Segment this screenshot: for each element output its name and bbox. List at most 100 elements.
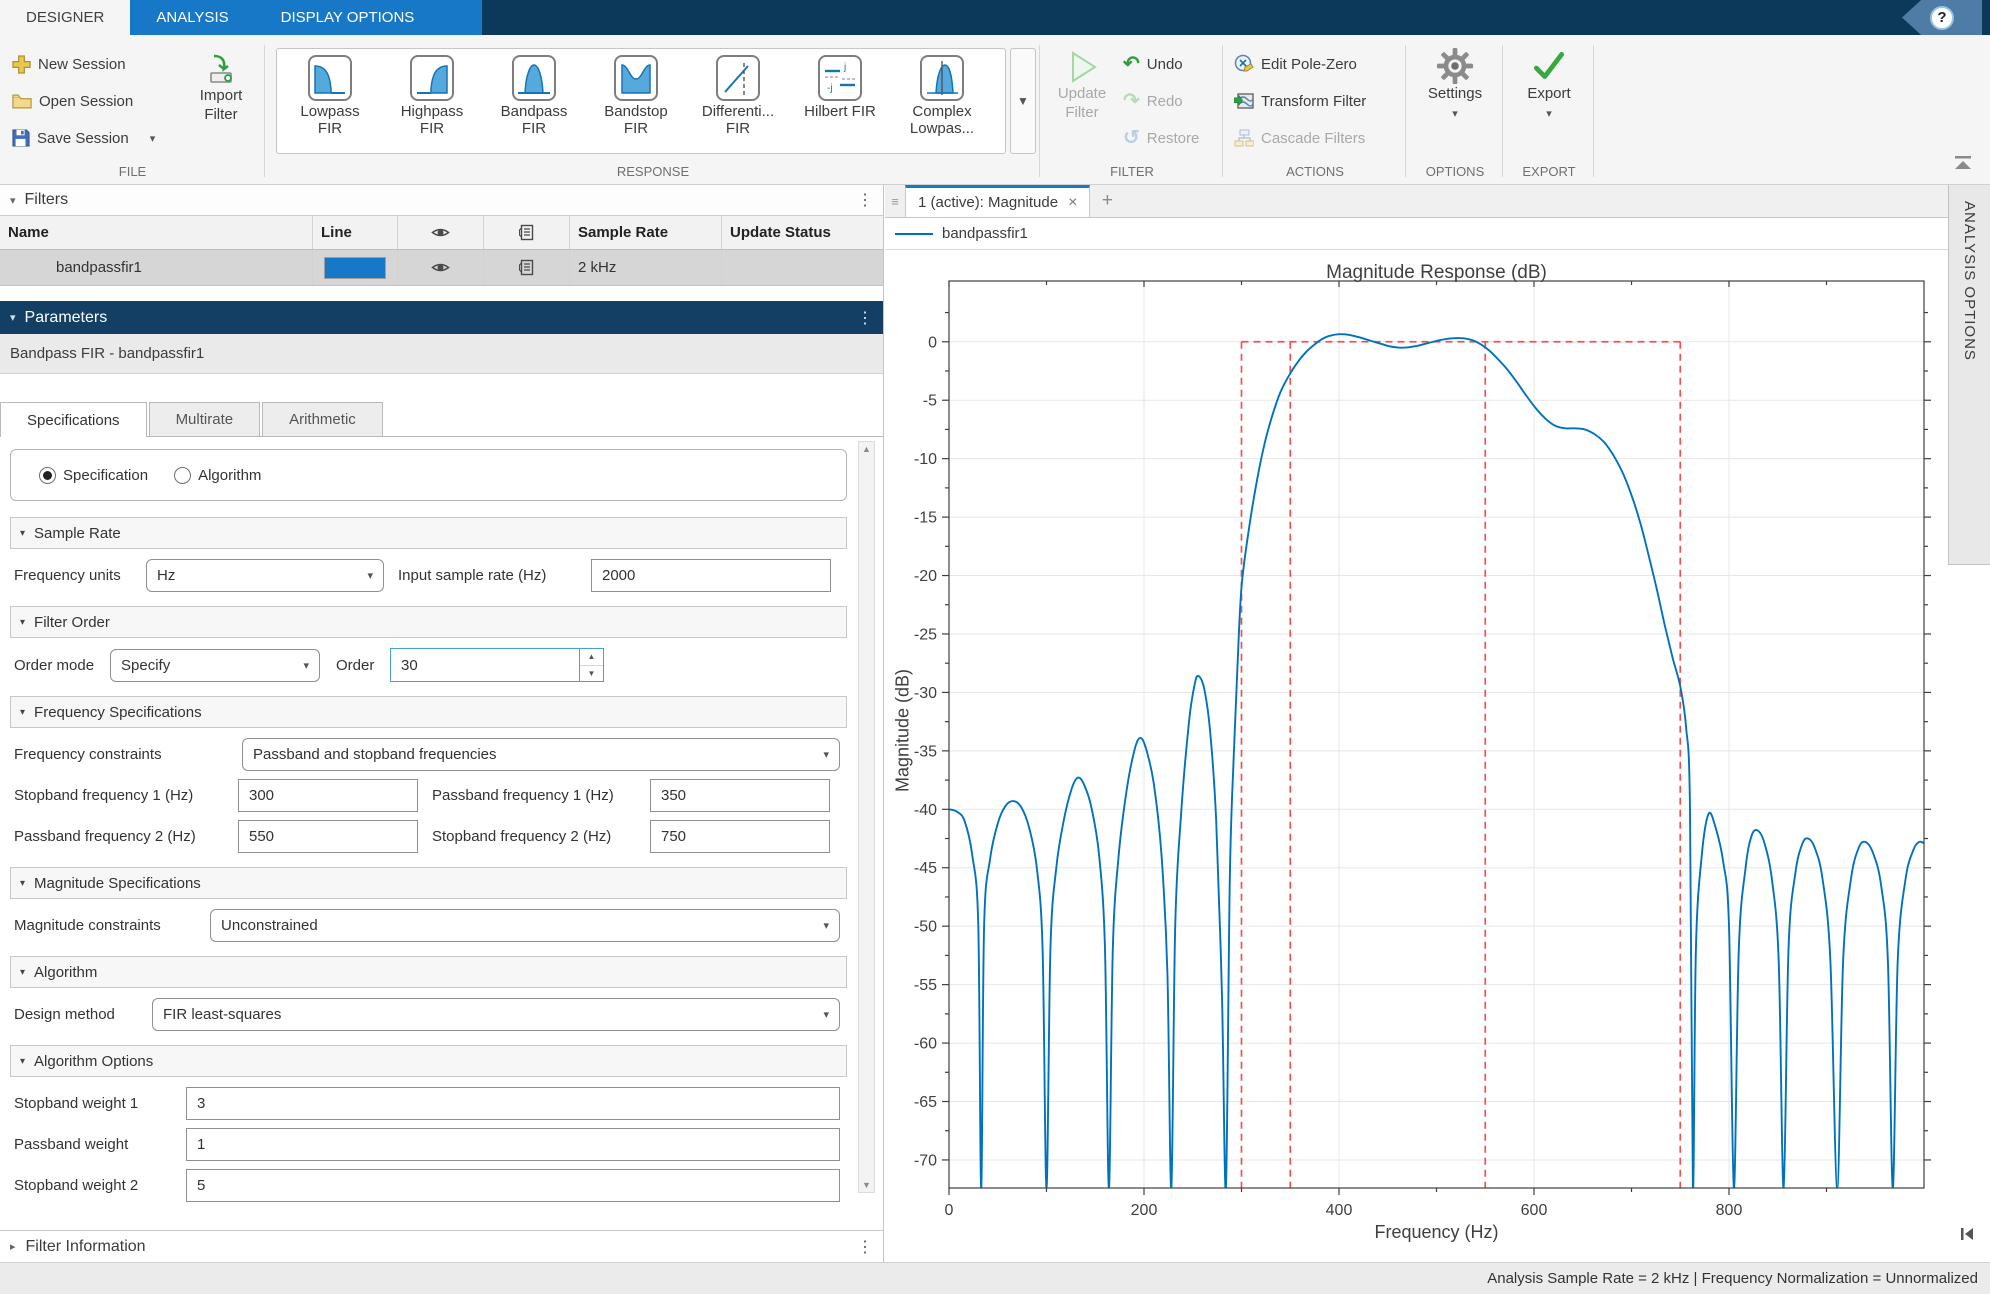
scroll-down-icon[interactable]: ▼ (862, 1180, 871, 1190)
filter-info-cell[interactable] (484, 250, 570, 285)
filter-visibility-cell[interactable] (398, 250, 484, 285)
frequency-constraints-dropdown[interactable]: Passband and stopband frequencies▾ (242, 738, 840, 771)
collapse-plot-panel-button[interactable] (1958, 1225, 1976, 1248)
filter-information-menu-icon[interactable]: ⋮ (857, 1237, 873, 1257)
order-stepper[interactable]: 30 ▲▼ (390, 648, 604, 682)
radio-algorithm[interactable]: Algorithm (174, 467, 261, 484)
tab-specifications[interactable]: Specifications (0, 402, 147, 438)
section-algorithm[interactable]: ▾Algorithm (10, 956, 847, 988)
export-button[interactable]: Export ▾ (1516, 47, 1582, 120)
col-visibility[interactable] (398, 216, 484, 249)
section-magnitude-specifications[interactable]: ▾Magnitude Specifications (10, 867, 847, 899)
analysis-options-tab[interactable]: ANALYSIS OPTIONS (1948, 185, 1990, 565)
new-session-button[interactable]: New Session (12, 49, 155, 79)
parameters-tabbar: Specifications Multirate Arithmetic (0, 402, 883, 437)
response-hilbert-fir[interactable]: j-j Hilbert FIR (789, 55, 891, 153)
svg-text:-40: -40 (914, 802, 937, 819)
save-session-button[interactable]: Save Session ▾ (12, 123, 155, 153)
col-name[interactable]: Name (0, 216, 313, 249)
ribbon-group-filter: UpdateFilter ↶Undo ↷Redo ↺Restore FILTER (1041, 35, 1223, 185)
filter-name: bandpassfir1 (0, 250, 313, 285)
passband-freq2-field[interactable]: 550 (238, 820, 418, 853)
passband-freq1-field[interactable]: 350 (650, 779, 830, 812)
response-complex-lowpass[interactable]: ComplexLowpas... (891, 55, 993, 153)
stopband-freq2-label: Stopband frequency 2 (Hz) (432, 828, 650, 845)
input-sample-rate-field[interactable]: 2000 (591, 559, 831, 592)
collapse-ribbon-button[interactable] (1946, 148, 1980, 178)
tab-multirate[interactable]: Multirate (149, 402, 261, 436)
response-lowpass-fir[interactable]: LowpassFIR (279, 55, 381, 153)
gallery-expand-button[interactable]: ▼ (1010, 48, 1036, 154)
stopband-weight1-field[interactable]: 3 (186, 1087, 840, 1120)
stopband-freq2-field[interactable]: 750 (650, 820, 830, 853)
collapse-left-icon (1958, 1225, 1976, 1243)
svg-text:-15: -15 (914, 510, 937, 527)
filter-table-row[interactable]: bandpassfir1 2 kHz (0, 250, 883, 286)
col-sample-rate[interactable]: Sample Rate (570, 216, 722, 249)
col-line[interactable]: Line (313, 216, 398, 249)
response-bandstop-fir[interactable]: BandstopFIR (585, 55, 687, 153)
magnitude-response-chart: 0-5-10-15-20-25-30-35-40-45-50-55-60-65-… (885, 250, 1990, 1261)
close-tab-icon[interactable]: × (1068, 194, 1077, 212)
open-session-button[interactable]: Open Session (12, 86, 155, 116)
transform-filter-button[interactable]: Transform Filter (1234, 86, 1366, 116)
passband-weight-field[interactable]: 1 (186, 1128, 840, 1161)
stepper-up-icon[interactable]: ▲ (580, 649, 603, 666)
stepper-buttons[interactable]: ▲▼ (579, 649, 603, 681)
svg-text:-10: -10 (914, 451, 937, 468)
svg-text:0: 0 (945, 1202, 954, 1219)
design-method-dropdown[interactable]: FIR least-squares▾ (152, 998, 840, 1031)
left-panel: ▾ Filters ⋮ Name Line Sample Rate Update… (0, 185, 884, 1262)
filter-information-header[interactable]: ▸ Filter Information ⋮ (0, 1230, 883, 1262)
order-mode-dropdown[interactable]: Specify▾ (110, 649, 320, 682)
plot-canvas[interactable]: 0-5-10-15-20-25-30-35-40-45-50-55-60-65-… (885, 250, 1990, 1261)
tab-grip-icon[interactable]: ≡ (885, 185, 905, 217)
radio-specification[interactable]: Specification (39, 467, 148, 484)
save-session-caret-icon[interactable]: ▾ (150, 132, 156, 145)
section-frequency-specifications[interactable]: ▾Frequency Specifications (10, 696, 847, 728)
frequency-units-dropdown[interactable]: Hz▾ (146, 559, 384, 592)
help-button[interactable]: ? (1902, 0, 1982, 35)
scroll-up-icon[interactable]: ▲ (862, 444, 871, 454)
svg-text:-j: -j (827, 83, 833, 94)
stopband-weight2-field[interactable]: 5 (186, 1169, 840, 1202)
filter-line-cell[interactable] (313, 250, 398, 285)
tab-arithmetic[interactable]: Arithmetic (262, 402, 383, 436)
tab-analysis[interactable]: ANALYSIS (130, 0, 254, 35)
undo-button[interactable]: ↶Undo (1123, 49, 1199, 79)
update-filter-button[interactable]: UpdateFilter (1049, 49, 1115, 123)
magnitude-constraints-dropdown[interactable]: Unconstrained▾ (210, 909, 840, 942)
response-differentiator-fir[interactable]: Differenti...FIR (687, 55, 789, 153)
tab-display-options[interactable]: DISPLAY OPTIONS (255, 0, 441, 35)
stopband-freq1-field[interactable]: 300 (238, 779, 418, 812)
import-filter-button[interactable]: ImportFilter (190, 53, 252, 125)
restore-button[interactable]: ↺Restore (1123, 123, 1199, 153)
new-session-icon (12, 55, 31, 74)
response-highpass-fir[interactable]: HighpassFIR (381, 55, 483, 153)
add-tab-button[interactable]: + (1090, 185, 1124, 217)
filters-section-header[interactable]: ▾ Filters ⋮ (0, 185, 883, 216)
undo-icon: ↶ (1123, 54, 1140, 74)
parameters-subtitle: Bandpass FIR - bandpassfir1 (0, 334, 883, 374)
settings-button[interactable]: Settings ▾ (1421, 47, 1489, 120)
filters-menu-icon[interactable]: ⋮ (857, 190, 873, 210)
section-sample-rate[interactable]: ▾Sample Rate (10, 517, 847, 549)
tab-designer[interactable]: DESIGNER (0, 0, 130, 35)
eye-icon (431, 226, 450, 239)
col-update-status[interactable]: Update Status (722, 216, 884, 249)
section-filter-order[interactable]: ▾Filter Order (10, 606, 847, 638)
redo-button[interactable]: ↷Redo (1123, 86, 1199, 116)
parameters-section-header[interactable]: ▾ Parameters ⋮ (0, 301, 883, 334)
section-algorithm-options[interactable]: ▾Algorithm Options (10, 1045, 847, 1077)
parameters-menu-icon[interactable]: ⋮ (857, 308, 873, 328)
col-info[interactable] (484, 216, 570, 249)
status-text: Analysis Sample Rate = 2 kHz | Frequency… (1487, 1270, 1978, 1287)
plot-tab-magnitude[interactable]: 1 (active): Magnitude × (905, 185, 1090, 217)
stepper-down-icon[interactable]: ▼ (580, 666, 603, 682)
import-filter-icon (204, 53, 238, 87)
parameters-scrollbar[interactable]: ▲ ▼ (858, 441, 875, 1193)
edit-pole-zero-button[interactable]: Edit Pole-Zero (1234, 49, 1366, 79)
response-bandpass-fir[interactable]: BandpassFIR (483, 55, 585, 153)
cascade-filters-button[interactable]: Cascade Filters (1234, 123, 1366, 153)
chevron-down-icon: ▾ (303, 659, 309, 672)
